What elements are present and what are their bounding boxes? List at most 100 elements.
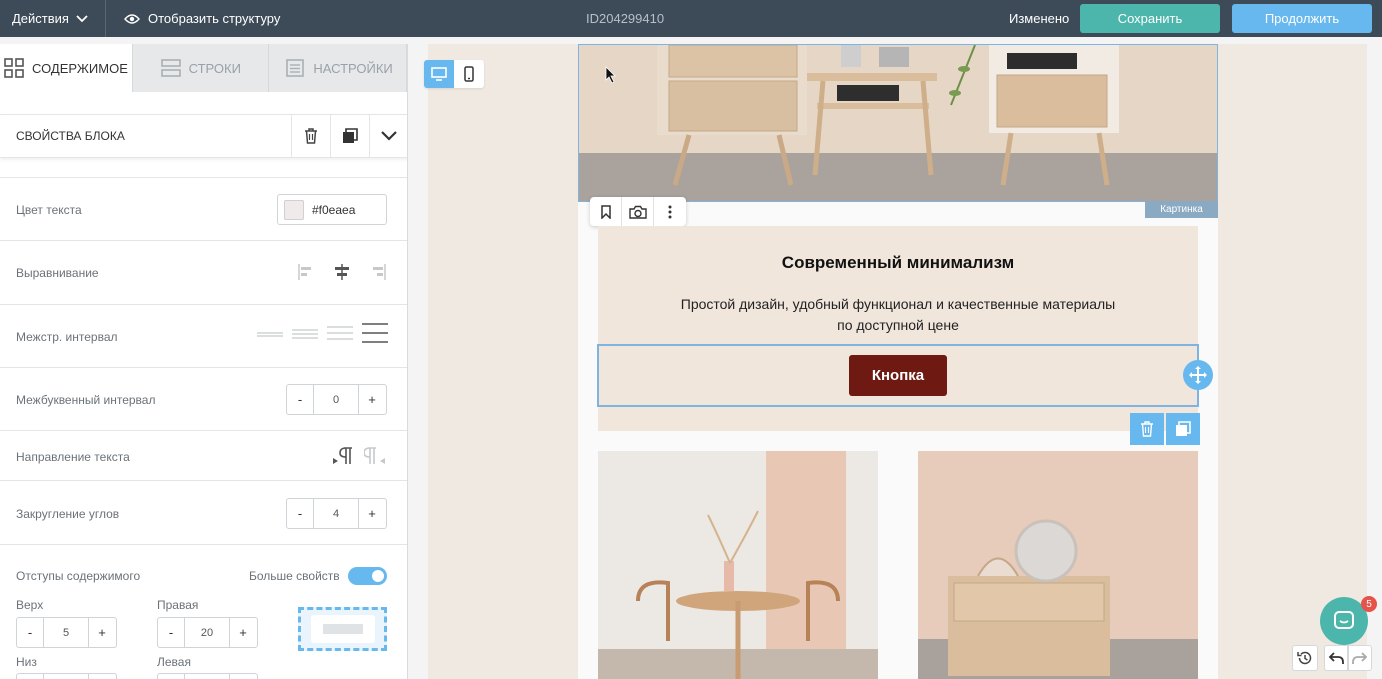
show-structure-toggle[interactable]: Отобразить структуру [106,11,280,26]
grid-icon [4,58,24,78]
redo-button[interactable] [1348,645,1372,671]
more-props-toggle[interactable] [348,567,387,585]
email-cta-button[interactable]: Кнопка [849,355,947,396]
padding-top-value[interactable]: 5 [43,618,89,647]
padding-bottom-value[interactable] [43,674,89,679]
letter-spacing-stepper: - 0 + [286,384,387,415]
corner-radius-stepper: - 4 + [286,498,387,529]
decrement-button[interactable] [17,674,43,679]
tab-rows[interactable]: Строки [133,44,270,92]
tab-settings-label: Настройки [313,60,393,76]
block-properties-header: Свойства блока [0,114,407,158]
undo-button[interactable] [1324,645,1348,671]
collapse-properties-button[interactable] [369,114,407,158]
delete-row-button[interactable] [1130,413,1164,445]
mobile-icon [464,66,474,82]
decrement-button[interactable]: - [287,385,313,414]
tab-settings[interactable]: Настройки [269,44,407,92]
decrement-button[interactable]: - [158,618,184,647]
chevron-down-icon [381,131,397,141]
increment-button[interactable]: + [359,385,385,414]
trash-icon [1141,421,1153,437]
chat-notification-badge: 5 [1361,596,1377,612]
camera-icon [628,205,647,219]
more-options-button[interactable] [654,197,686,226]
desktop-icon [431,67,447,81]
prop-text-direction: Направление текста [0,430,407,480]
more-props-label: Больше свойств [249,569,340,583]
duplicate-icon [1176,421,1191,436]
hero-image-art [579,45,1217,201]
padding-right-value[interactable]: 20 [184,618,230,647]
duplicate-icon [343,128,358,143]
padding-right-label: Правая [157,598,199,612]
top-bar: Действия Отобразить структуру ID20429941… [0,0,1382,37]
email-subtext-line-1: Простой дизайн, удобный функционал и кач… [680,296,1116,312]
text-direction-ltr-icon[interactable] [332,446,354,466]
text-color-label: Цвет текста [16,203,82,217]
continue-button[interactable]: Продолжить [1232,4,1372,33]
align-right-icon[interactable] [368,263,386,281]
increment-button[interactable] [89,674,115,679]
bookmark-icon [600,204,611,219]
duplicate-block-button[interactable] [330,114,369,158]
email-subtext-line-2: по доступной цене [837,317,959,333]
move-arrows-icon [1189,366,1207,384]
history-button[interactable] [1292,645,1318,671]
show-structure-label: Отобразить структуру [148,11,281,26]
prop-text-color: Цвет текста #f0eaea [0,177,407,240]
increment-button[interactable]: + [359,499,385,528]
decrement-button[interactable]: - [287,499,313,528]
actions-label: Действия [12,11,69,26]
prop-line-spacing: Межстр. интервал [0,304,407,367]
padding-left-label: Левая [157,655,191,669]
color-swatch [284,199,304,220]
corner-radius-value[interactable]: 4 [313,499,359,528]
email-heading: Современный минимализм [781,253,1015,272]
chevron-down-icon [76,14,88,22]
letter-spacing-value[interactable]: 0 [313,385,359,414]
padding-preview-box [310,615,375,643]
desktop-view-button[interactable] [424,60,454,88]
tab-rows-label: Строки [188,60,241,76]
align-left-icon[interactable] [298,263,316,281]
increment-button[interactable] [230,674,256,679]
align-center-icon[interactable] [333,263,351,281]
save-status: Изменено [1009,11,1070,26]
line-spacing-normal-icon[interactable] [292,327,318,341]
move-handle[interactable] [1183,360,1213,390]
text-direction-rtl-icon[interactable] [364,446,386,466]
increment-button[interactable]: + [89,618,115,647]
tab-content[interactable]: Содержимое [0,44,133,92]
padding-left-value[interactable] [184,674,230,679]
padding-left-stepper [157,673,258,679]
block-actions [1130,413,1200,445]
alignment-label: Выравнивание [16,266,99,280]
snapshot-button[interactable] [622,197,654,226]
delete-block-button[interactable] [291,114,330,158]
hero-image[interactable] [578,44,1218,202]
photo-dining-set[interactable] [598,451,878,679]
mobile-view-button[interactable] [454,60,484,88]
line-spacing-wide-icon[interactable] [327,325,353,341]
save-button[interactable]: Сохранить [1080,4,1220,33]
photo-nightstand[interactable] [918,451,1198,679]
line-spacing-label: Межстр. интервал [16,330,118,344]
photo-nightstand-art [918,451,1198,679]
line-spacing-widest-icon[interactable] [362,323,388,343]
decrement-button[interactable]: - [17,618,43,647]
padding-top-stepper: - 5 + [16,617,117,648]
actions-menu[interactable]: Действия [0,0,106,37]
email-subtext: Простой дизайн, удобный функционал и кач… [658,294,1138,336]
padding-bottom-stepper [16,673,117,679]
history-icon [1297,651,1312,665]
increment-button[interactable]: + [230,618,256,647]
padding-right-stepper: - 20 + [157,617,258,648]
trash-icon [305,128,317,144]
decrement-button[interactable] [158,674,184,679]
padding-preview-fill [322,624,363,634]
line-spacing-tight-icon[interactable] [257,329,283,341]
text-color-picker[interactable]: #f0eaea [277,194,387,225]
save-block-button[interactable] [590,197,622,226]
duplicate-row-button[interactable] [1166,413,1200,445]
